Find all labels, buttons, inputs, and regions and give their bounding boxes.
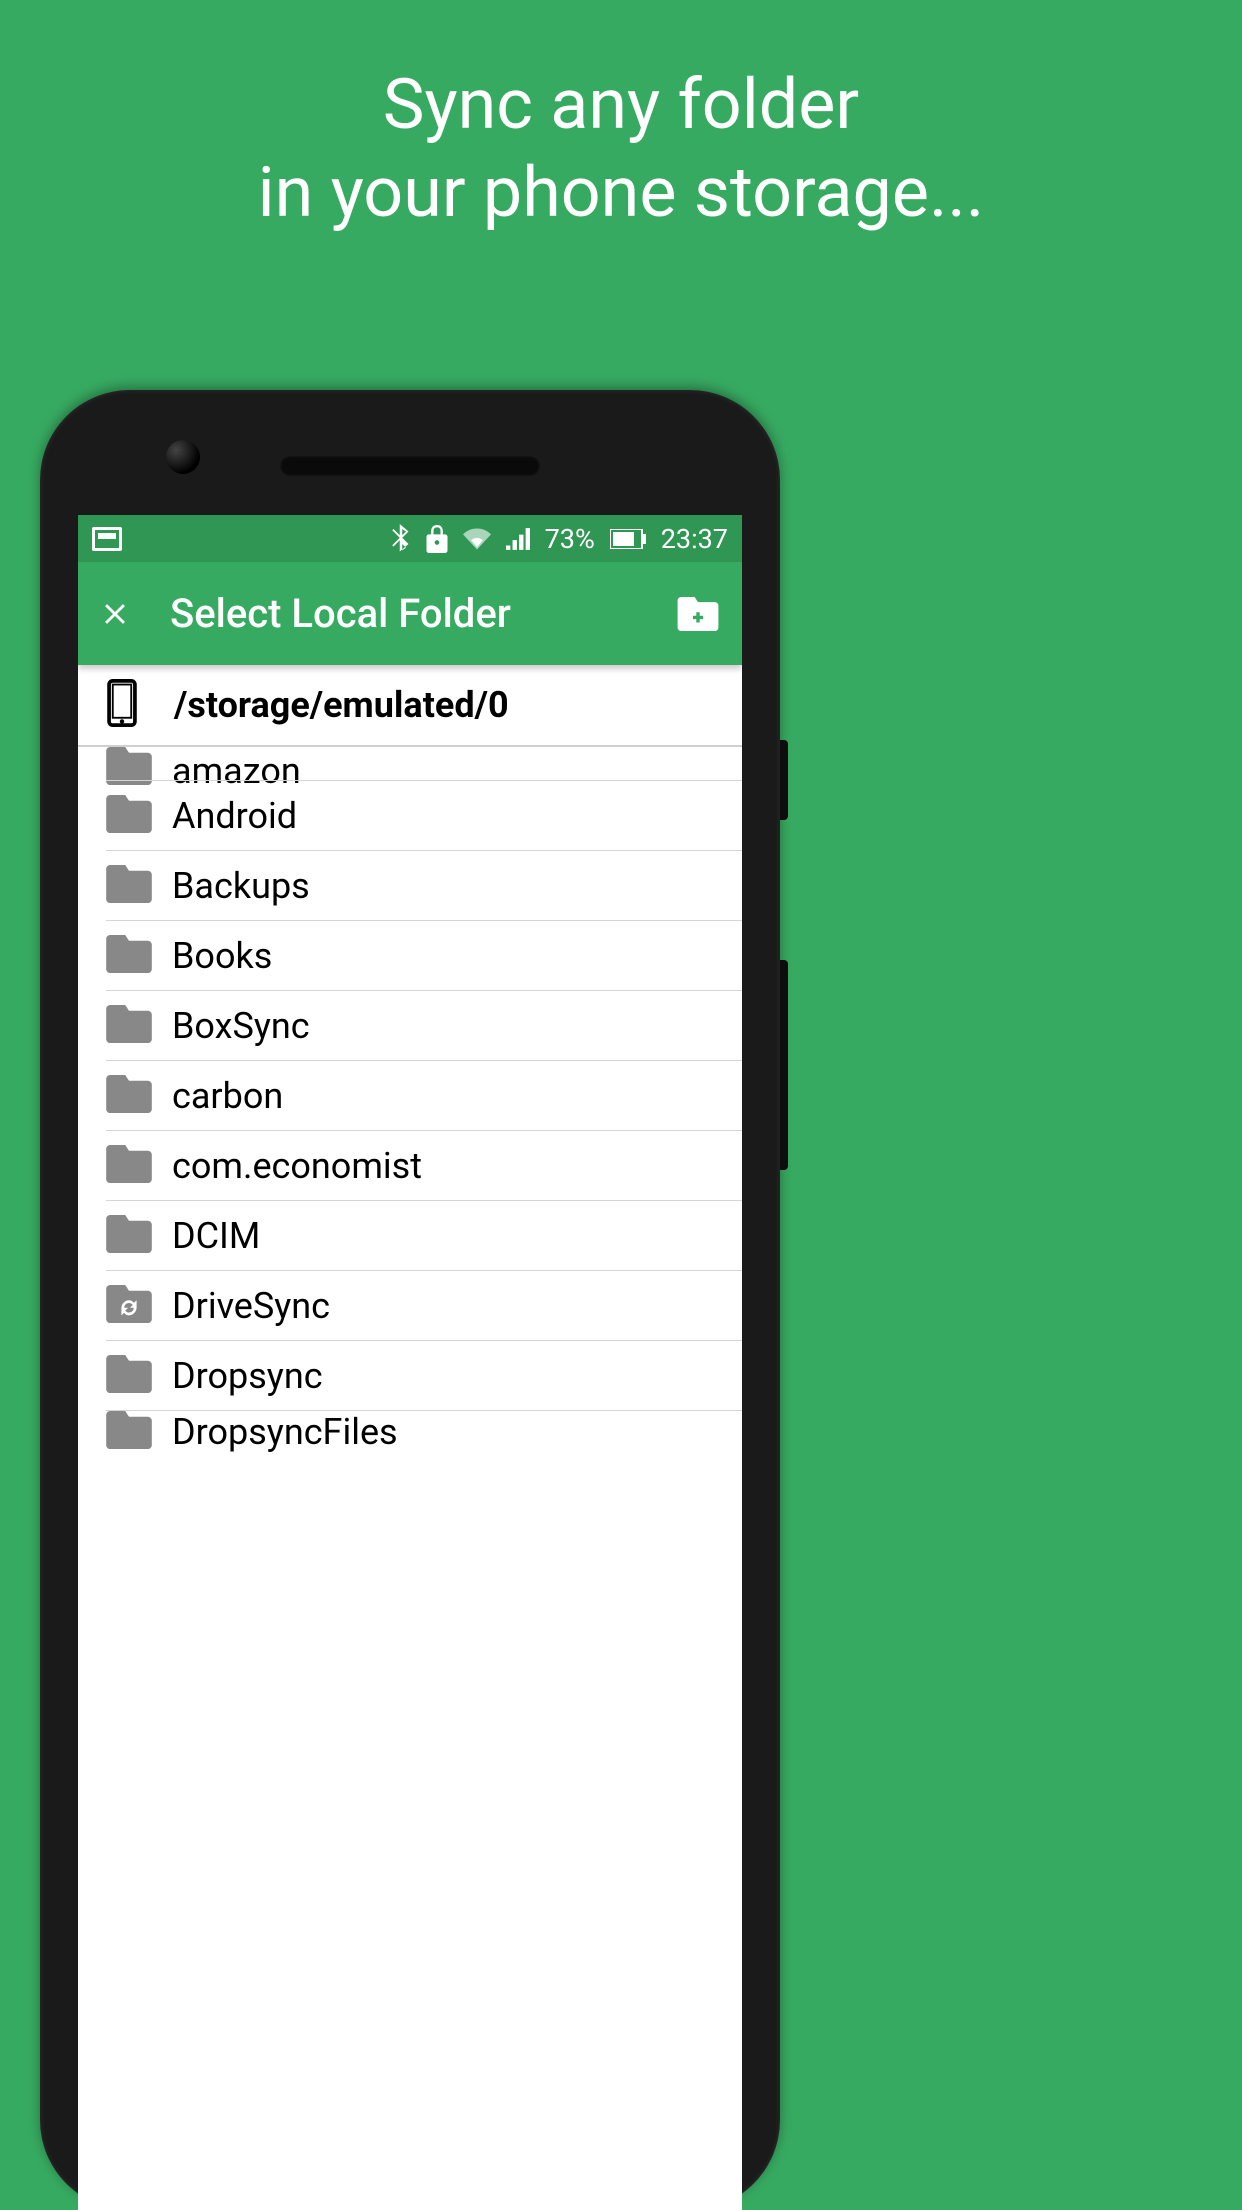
new-folder-button[interactable] (674, 597, 722, 631)
folder-item[interactable]: DropsyncFiles (78, 1411, 742, 1469)
app-bar: Select Local Folder (78, 562, 742, 665)
device-camera (166, 440, 200, 474)
folder-item[interactable]: BoxSync (78, 991, 742, 1061)
current-path: /storage/emulated/0 (174, 684, 509, 726)
folder-name: DropsyncFiles (172, 1411, 398, 1453)
folder-icon (106, 1411, 150, 1453)
device-speaker (280, 456, 540, 476)
folder-name: Books (172, 935, 272, 977)
folder-icon (106, 1075, 150, 1117)
folder-icon (106, 795, 150, 837)
battery-percent: 73% (545, 523, 595, 555)
device-frame: 73% 23:37 Select Local Folder /storag (40, 390, 780, 2210)
folder-item[interactable]: Backups (78, 851, 742, 921)
folder-item[interactable]: carbon (78, 1061, 742, 1131)
promo-line1: Sync any folder (40, 62, 1202, 150)
battery-icon (610, 529, 646, 549)
folder-name: Dropsync (172, 1355, 323, 1397)
folder-list[interactable]: amazon Android Backups Books BoxSync carbon co… (78, 747, 742, 1469)
folder-name: com.economist (172, 1145, 422, 1187)
lock-icon (426, 525, 448, 553)
folder-icon (106, 1215, 150, 1257)
close-icon (98, 597, 132, 631)
folder-icon (106, 1005, 150, 1047)
folder-name: Backups (172, 865, 310, 907)
new-folder-icon (677, 597, 719, 631)
wifi-icon (463, 528, 491, 550)
device-screen: 73% 23:37 Select Local Folder /storag (78, 515, 742, 2210)
folder-name: BoxSync (172, 1005, 310, 1047)
folder-name: carbon (172, 1075, 283, 1117)
path-bar[interactable]: /storage/emulated/0 (78, 665, 742, 747)
folder-icon (106, 1355, 150, 1397)
device-button (780, 740, 788, 820)
device-button (780, 960, 788, 1170)
phone-storage-icon (106, 679, 138, 727)
folder-icon (106, 865, 150, 907)
bluetooth-icon (391, 524, 411, 554)
folder-item[interactable]: Dropsync (78, 1341, 742, 1411)
signal-icon (506, 528, 530, 550)
folder-sync-icon (106, 1285, 150, 1327)
close-button[interactable] (98, 597, 158, 631)
folder-item[interactable]: DriveSync (78, 1271, 742, 1341)
folder-item[interactable]: com.economist (78, 1131, 742, 1201)
clock-time: 23:37 (661, 523, 728, 555)
folder-name: DriveSync (172, 1285, 330, 1327)
folder-name: Android (172, 795, 297, 837)
cast-icon (92, 527, 122, 551)
folder-name: DCIM (172, 1215, 260, 1257)
folder-item[interactable]: Books (78, 921, 742, 991)
status-bar: 73% 23:37 (78, 515, 742, 562)
promo-line2: in your phone storage... (40, 150, 1202, 238)
folder-icon (106, 935, 150, 977)
folder-item[interactable]: DCIM (78, 1201, 742, 1271)
folder-item[interactable]: amazon (78, 747, 742, 781)
promo-headline: Sync any folder in your phone storage... (0, 0, 1242, 237)
app-bar-title: Select Local Folder (170, 590, 674, 637)
folder-icon (106, 1145, 150, 1187)
folder-item[interactable]: Android (78, 781, 742, 851)
